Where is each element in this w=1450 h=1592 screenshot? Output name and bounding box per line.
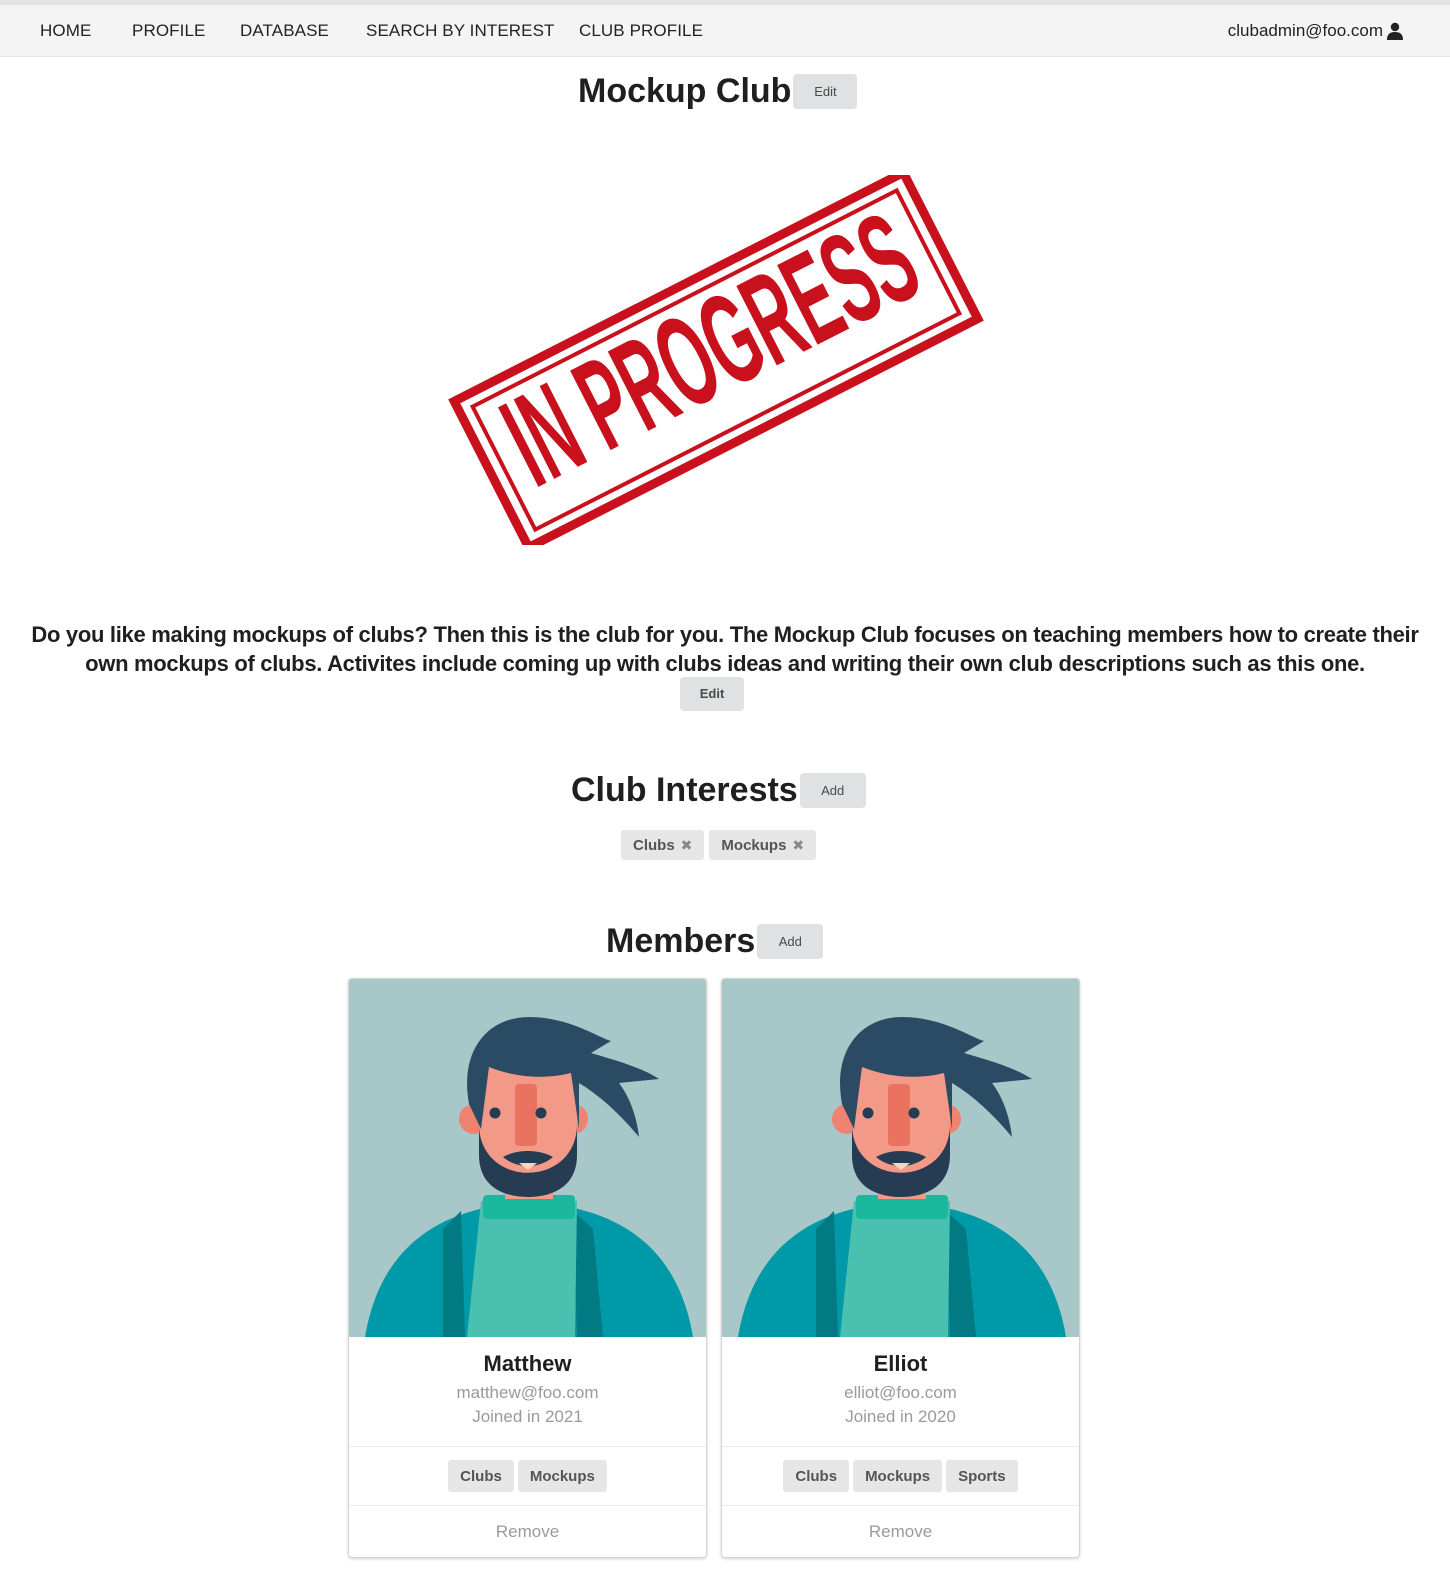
member-name: Matthew [483, 1351, 572, 1376]
club-interests-title-row: Club Interests Add [571, 771, 866, 810]
member-avatar [722, 979, 1079, 1337]
member-tags: Clubs Mockups Sports [722, 1447, 1079, 1506]
remove-interest-icon[interactable]: ✖ [681, 837, 693, 854]
nav-home[interactable]: HOME [40, 5, 91, 57]
interest-tag-label: Mockups [721, 836, 787, 854]
club-interests-title: Club Interests [571, 771, 798, 809]
member-avatar [349, 979, 706, 1337]
nav-profile[interactable]: PROFILE [132, 5, 205, 57]
interest-tag: Clubs ✖ [621, 830, 705, 860]
members-title-row: Members Add [606, 922, 824, 961]
interest-tag-label: Clubs [633, 836, 675, 854]
nav-club-profile[interactable]: CLUB PROFILE [579, 5, 703, 57]
remove-interest-icon[interactable]: ✖ [792, 837, 804, 854]
edit-club-name-button[interactable]: Edit [793, 74, 858, 109]
member-joined: Joined in 2020 [845, 1407, 956, 1426]
nav-database[interactable]: DATABASE [240, 5, 329, 57]
club-description: Do you like making mockups of clubs? The… [31, 622, 1419, 676]
club-title-row: Mockup Club Edit [578, 72, 858, 111]
remove-member-button[interactable]: Remove [349, 1506, 706, 1557]
nav-search-by-interest[interactable]: SEARCH BY INTEREST [366, 5, 555, 57]
member-joined: Joined in 2021 [472, 1407, 583, 1426]
member-info: Matthew matthew@foo.com Joined in 2021 [349, 1337, 706, 1447]
remove-member-button[interactable]: Remove [722, 1506, 1079, 1557]
in-progress-stamp: IN PROGRESS [448, 166, 984, 554]
member-tag: Mockups [853, 1460, 943, 1492]
member-card: Elliot elliot@foo.com Joined in 2020 Clu… [721, 978, 1080, 1558]
user-email: clubadmin@foo.com [1227, 21, 1383, 40]
member-info: Elliot elliot@foo.com Joined in 2020 [722, 1337, 1079, 1447]
club-name: Mockup Club [578, 72, 792, 110]
interest-tag: Mockups ✖ [709, 830, 817, 860]
add-interest-button[interactable]: Add [799, 773, 866, 808]
member-email: matthew@foo.com [456, 1383, 599, 1402]
stamp-text: IN PROGRESS [482, 186, 940, 514]
club-image: IN PROGRESS [446, 166, 986, 554]
user-menu[interactable]: clubadmin@foo.com [1228, 5, 1404, 57]
members-title: Members [606, 922, 756, 960]
member-name: Elliot [873, 1351, 928, 1376]
top-navbar: HOME PROFILE DATABASE SEARCH BY INTEREST… [0, 5, 1450, 57]
member-tag: Clubs [783, 1460, 850, 1492]
edit-description-button[interactable]: Edit [680, 677, 744, 711]
member-card: Matthew matthew@foo.com Joined in 2021 C… [348, 978, 707, 1558]
bearded-man-avatar-icon [365, 1017, 693, 1337]
member-tag: Sports [946, 1460, 1018, 1492]
bearded-man-avatar-icon [738, 1017, 1066, 1337]
member-tags: Clubs Mockups [349, 1447, 706, 1506]
add-member-button[interactable]: Add [757, 924, 824, 959]
club-interest-tags: Clubs ✖ Mockups ✖ [621, 830, 817, 860]
member-email: elliot@foo.com [844, 1383, 957, 1402]
member-tag: Mockups [517, 1460, 607, 1492]
user-icon [1387, 22, 1403, 40]
member-tag: Clubs [448, 1460, 514, 1492]
